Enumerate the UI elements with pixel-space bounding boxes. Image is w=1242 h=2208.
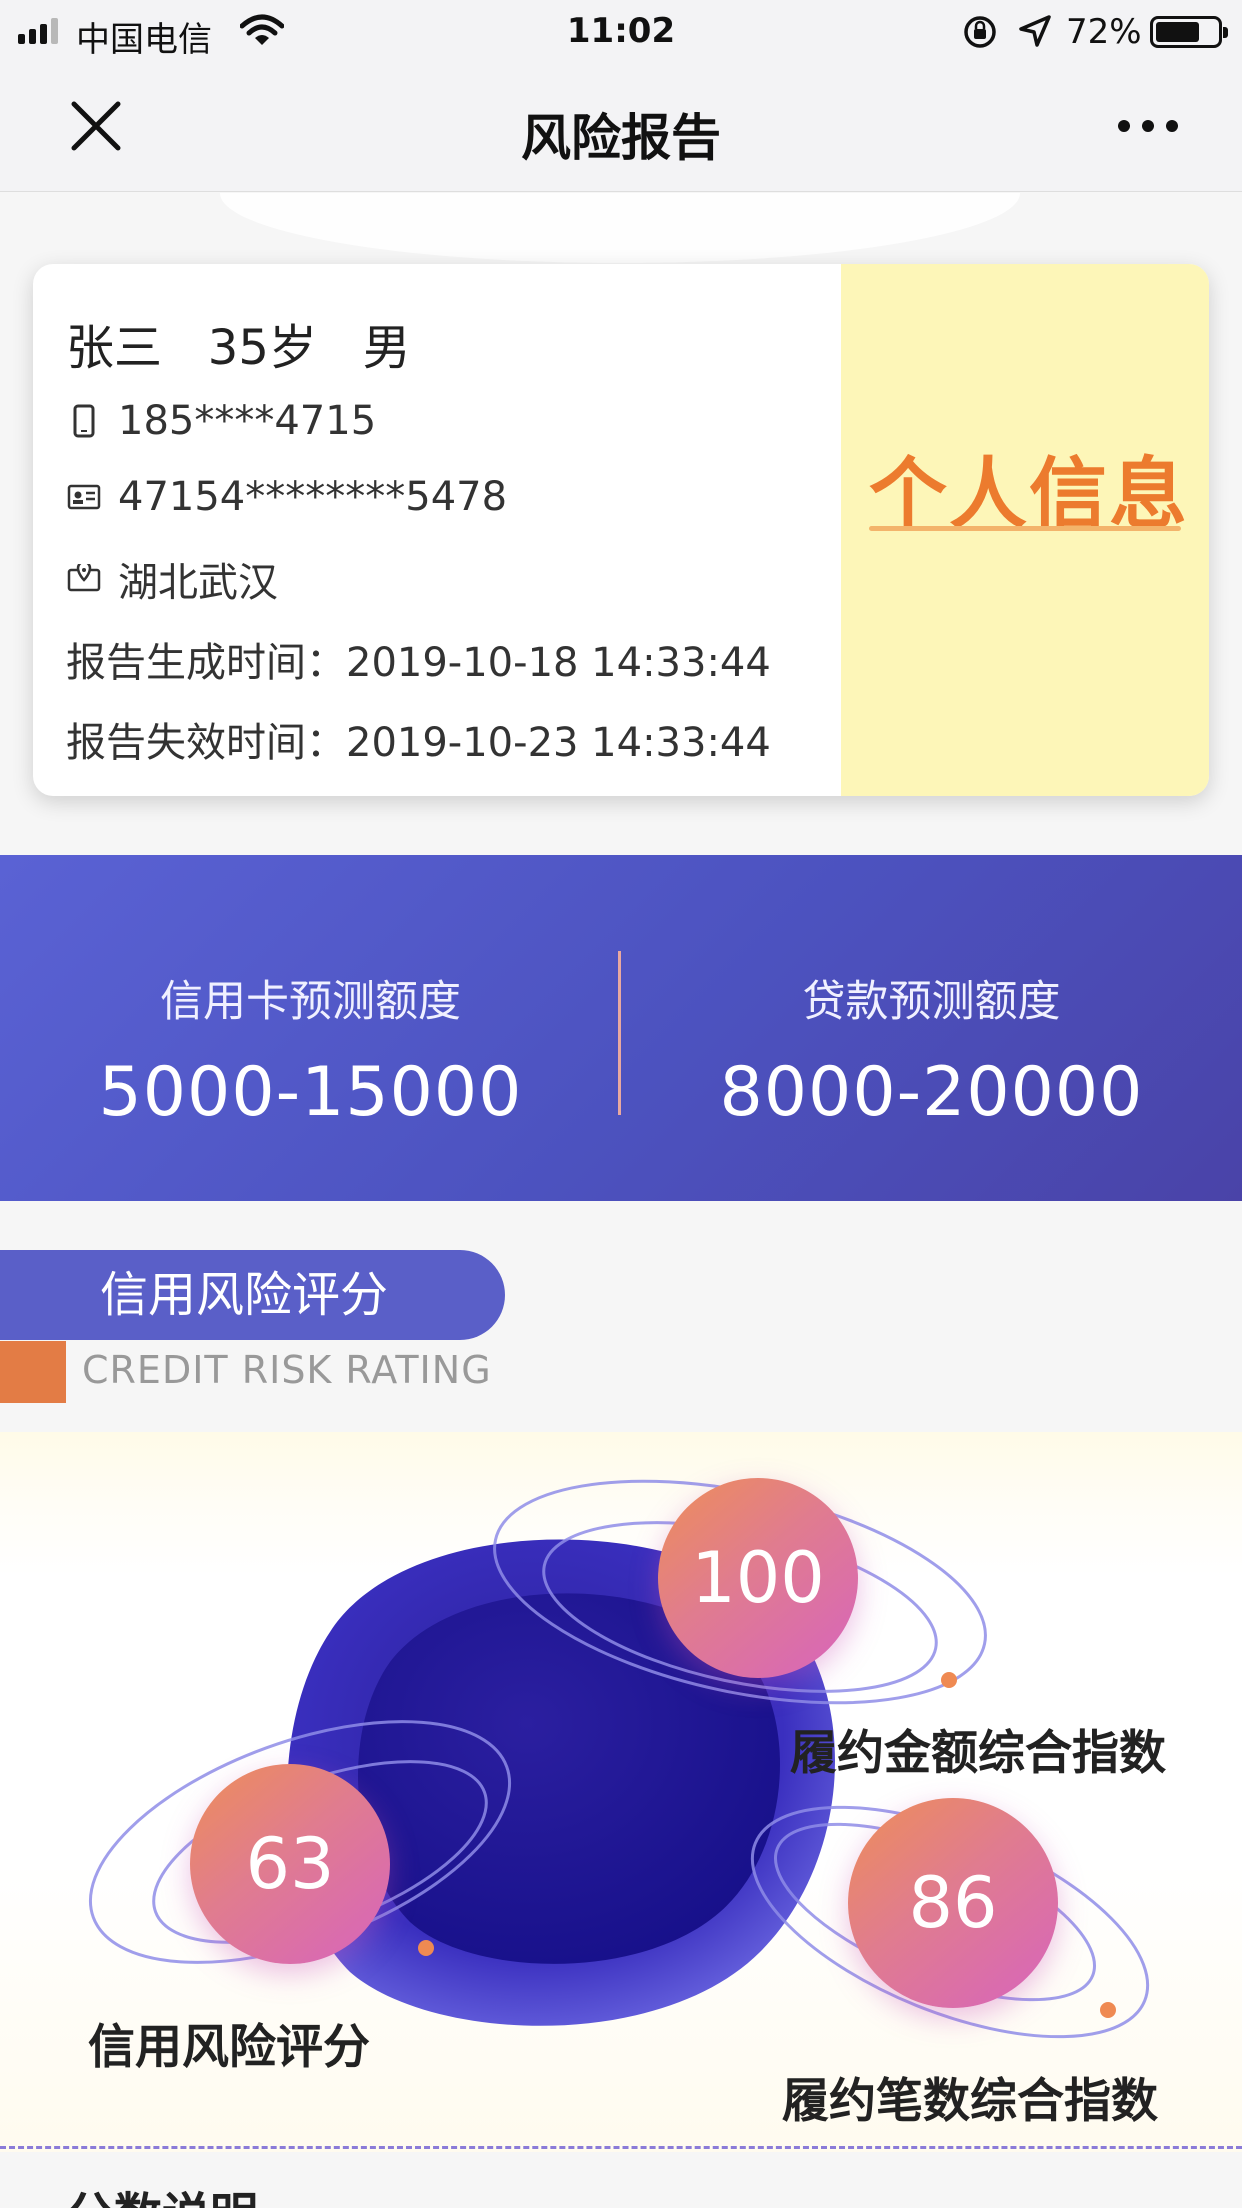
loan-limit: 贷款预测额度 8000-20000 [621,967,1242,1132]
expire-time-row: 报告失效时间：2019-10-23 14:33:44 [66,710,771,768]
personal-info-tab: 个人信息 [841,264,1209,796]
status-bar: 中国电信 11:02 72% [0,0,1242,62]
battery-percent: 72% [1066,12,1142,52]
score-area: 100 履约金额综合指数 63 信用风险评分 86 履约笔数综合指数 [0,1432,1242,2152]
page-title: 风险报告 [521,109,721,167]
id-number: 47154********5478 [118,474,508,520]
section-accent-block [0,1341,66,1403]
rotation-lock-icon [964,16,996,48]
clock: 11:02 [566,11,676,51]
credit-card-limit-label: 信用卡预测额度 [160,977,461,1027]
header-arc-decoration [220,193,1020,263]
generated-time-row: 报告生成时间：2019-10-18 14:33:44 [66,630,771,688]
title-underline [869,526,1181,531]
location-text: 湖北武汉 [118,560,278,606]
location-row: 湖北武汉 [66,550,278,608]
generated-time-value: 2019-10-18 14:33:44 [346,640,771,686]
section-subtitle: CREDIT RISK RATING [82,1348,492,1392]
loan-limit-value: 8000-20000 [719,1053,1144,1132]
phone-number: 185****4715 [118,398,377,444]
amount-index-bubble: 100 [658,1478,858,1678]
phone-icon [66,403,102,439]
risk-score-label: 信用风险评分 [88,2020,370,2075]
person-summary: 张三 35岁 男 [66,320,411,376]
id-card-icon [66,479,102,515]
credit-card-limit-value: 5000-15000 [98,1053,523,1132]
section-divider [0,2146,1242,2149]
section-title: 信用风险评分 [0,1250,505,1340]
credit-limit-banner: 信用卡预测额度 5000-15000 贷款预测额度 8000-20000 [0,855,1242,1201]
expire-time-label: 报告失效时间： [66,720,346,766]
id-row: 47154********5478 [66,474,507,520]
navigation-bar: 风险报告 [0,62,1242,192]
more-icon[interactable] [1118,120,1178,132]
score-explanation-title: 分数说明 [66,2176,258,2208]
loan-limit-label: 贷款预测额度 [802,977,1061,1027]
count-index-label: 履约笔数综合指数 [782,2074,1158,2129]
credit-card-limit: 信用卡预测额度 5000-15000 [0,967,621,1132]
expire-time-value: 2019-10-23 14:33:44 [346,720,771,766]
amount-index-label: 履约金额综合指数 [790,1726,1166,1781]
count-index-bubble: 86 [848,1798,1058,2008]
risk-score-bubble: 63 [190,1764,390,1964]
phone-row: 185****4715 [66,398,376,444]
location-arrow-icon [1019,15,1051,47]
generated-time-label: 报告生成时间： [66,640,346,686]
personal-info-card: 张三 35岁 男 185****4715 47154********5478 湖… [33,264,1209,796]
battery-icon [1150,16,1228,48]
map-pin-icon [66,561,102,597]
